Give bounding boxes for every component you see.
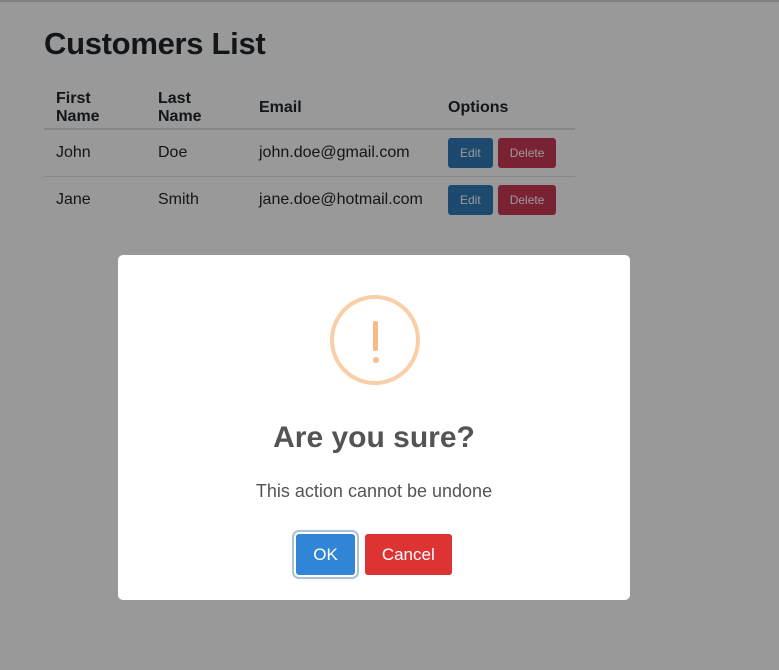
ok-button[interactable]: OK — [296, 534, 355, 575]
warning-icon — [330, 295, 420, 385]
warning-icon-bar — [373, 321, 378, 351]
dialog-message: This action cannot be undone — [255, 481, 493, 501]
confirm-dialog: Are you sure? This action cannot be undo… — [118, 255, 630, 600]
dialog-title: Are you sure? — [273, 421, 475, 454]
dialog-actions: OK Cancel — [118, 534, 630, 575]
warning-icon-dot — [372, 357, 379, 363]
cancel-button[interactable]: Cancel — [364, 534, 452, 575]
